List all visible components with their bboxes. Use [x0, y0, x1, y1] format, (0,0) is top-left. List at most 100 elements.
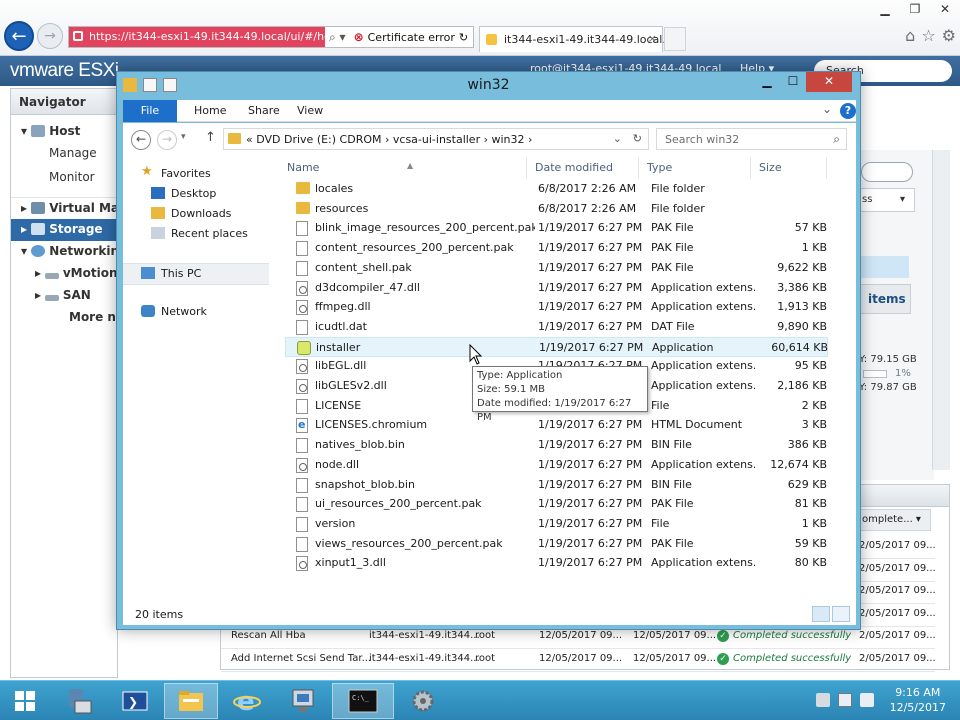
- vsphere-scrollbar[interactable]: [932, 150, 950, 470]
- items-label: items: [868, 292, 906, 306]
- action-center-icon[interactable]: [816, 693, 830, 707]
- taskbar-clock[interactable]: 9:16 AM 12/5/2017: [890, 685, 946, 715]
- ribbon-tabs: File Home Share View ⌄ ?: [123, 100, 856, 122]
- view-dropdown[interactable]: ss ▾: [859, 188, 915, 212]
- maximize-icon[interactable]: ☐: [780, 72, 806, 92]
- nav-item-virtual-machines[interactable]: ▸ Virtual Mach: [11, 197, 135, 219]
- breadcrumb[interactable]: « DVD Drive (E:) CDROM › vcsa-ui-install…: [223, 128, 649, 150]
- help-icon[interactable]: ?: [840, 103, 856, 119]
- file-row[interactable]: resources 6/8/2017 2:26 AM File folder: [285, 199, 828, 219]
- minimize-icon[interactable]: ▁: [754, 72, 780, 92]
- dll-file-icon: [296, 379, 308, 394]
- close-icon[interactable]: ✕: [806, 72, 852, 92]
- browser-tab[interactable]: it344-esxi1-49.it344-49.local... ×: [479, 26, 673, 52]
- selected-row[interactable]: [859, 256, 909, 278]
- items-button[interactable]: items: [859, 284, 911, 314]
- back-button[interactable]: ←: [131, 130, 151, 150]
- nav-item-vmotion[interactable]: ▸ vMotion: [11, 263, 118, 285]
- taskbar-settings-tool[interactable]: [396, 683, 450, 719]
- column-size-header[interactable]: Size: [751, 157, 827, 179]
- file-row[interactable]: content_resources_200_percent.pak 1/19/20…: [285, 238, 828, 258]
- chevron-down-icon[interactable]: ⌄: [613, 132, 622, 145]
- explorer-titlebar[interactable]: win32 ▁ ☐ ✕: [117, 72, 860, 100]
- dll-file-icon: [296, 457, 308, 473]
- file-row[interactable]: icudtl.dat 1/19/2017 6:27 PM DAT File 9,890…: [285, 317, 828, 337]
- task-completed: 2/05/2017 09...: [859, 562, 936, 574]
- expand-ribbon-icon[interactable]: ⌄: [822, 102, 832, 116]
- refresh-icon[interactable]: ↻: [633, 132, 642, 145]
- forward-button[interactable]: →: [157, 130, 177, 150]
- settings-gear-icon[interactable]: ⚙: [942, 26, 956, 45]
- column-completed-header[interactable]: omplete... ▾: [857, 509, 931, 531]
- details-view-icon[interactable]: [812, 606, 830, 622]
- new-tab-button[interactable]: [664, 27, 686, 51]
- storage-icon: [31, 223, 46, 235]
- file-row[interactable]: xinput1_3.dll 1/19/2017 6:27 PM Applicatio…: [285, 553, 828, 573]
- tab-share[interactable]: Share: [248, 100, 280, 122]
- address-search-dropdown[interactable]: ⌕ ▾: [325, 30, 350, 45]
- address-bar[interactable]: https://it344-esxi1-49.it344-49.local/ui…: [68, 26, 474, 48]
- large-icons-view-icon[interactable]: [832, 606, 850, 622]
- taskbar-network-tool[interactable]: [276, 683, 330, 719]
- dll-file-icon: [296, 280, 308, 296]
- task-started: 12/05/2017 09...: [633, 630, 717, 642]
- back-button[interactable]: ←: [4, 21, 34, 51]
- file-icon: [296, 497, 308, 513]
- file-row[interactable]: blink_image_resources_200_percent.pak 1/1…: [285, 218, 828, 238]
- file-date: 1/19/2017 6:27 PM: [538, 477, 643, 491]
- taskbar-powershell[interactable]: ❯: [108, 683, 162, 719]
- volume-icon[interactable]: [860, 693, 874, 707]
- file-row[interactable]: d3dcompiler_47.dll 1/19/2017 6:27 PM Appli…: [285, 278, 828, 298]
- close-icon[interactable]: ✕: [930, 0, 960, 20]
- nav-item-storage[interactable]: ▸ Storage: [11, 219, 117, 241]
- column-name-header[interactable]: Name ▲: [279, 157, 527, 179]
- tab-home[interactable]: Home: [194, 100, 226, 122]
- column-date-header[interactable]: Date modified: [527, 157, 639, 179]
- file-row[interactable]: ui_resources_200_percent.pak 1/19/2017 6:…: [285, 494, 828, 514]
- refresh-icon[interactable]: ↻: [459, 31, 468, 44]
- forward-button[interactable]: →: [37, 23, 63, 49]
- tab-close-icon[interactable]: ×: [648, 32, 657, 45]
- file-row[interactable]: locales 6/8/2017 2:26 AM File folder: [285, 179, 828, 199]
- taskbar-internet-explorer[interactable]: e: [220, 683, 274, 719]
- certificate-error[interactable]: ⊗ Certificate error ↻: [350, 30, 469, 44]
- nav-item-networking[interactable]: ▾ Networking: [11, 241, 128, 263]
- nav-item-monitor[interactable]: Monitor: [11, 167, 117, 189]
- address-url[interactable]: https://it344-esxi1-49.it344-49.local/ui…: [69, 27, 325, 47]
- minimize-icon[interactable]: ▁: [870, 0, 900, 20]
- file-row[interactable]: version 1/19/2017 6:27 PM File 1 KB: [285, 514, 828, 534]
- file-row[interactable]: natives_blob.bin 1/19/2017 6:27 PM BIN Fil…: [285, 435, 828, 455]
- taskbar-command-prompt[interactable]: C:\_: [332, 683, 394, 719]
- task-name: Add Internet Scsi Send Tar...: [231, 653, 372, 664]
- tab-file[interactable]: File: [123, 100, 177, 122]
- filter-input[interactable]: [861, 162, 913, 182]
- file-row[interactable]: installer 1/19/2017 6:27 PM Application 60,…: [285, 336, 828, 357]
- file-row[interactable]: ffmpeg.dll 1/19/2017 6:27 PM Application e…: [285, 297, 828, 317]
- nav-item-san[interactable]: ▸ SAN: [11, 285, 117, 307]
- lock-icon: [73, 31, 83, 41]
- nav-item-host[interactable]: ▾ Host: [11, 121, 117, 143]
- switch-icon: [44, 273, 59, 279]
- file-row[interactable]: content_shell.pak 1/19/2017 6:27 PM PAK Fi…: [285, 258, 828, 278]
- column-type-header[interactable]: Type: [639, 157, 751, 179]
- taskbar-file-explorer[interactable]: [164, 683, 218, 719]
- taskbar-server-manager[interactable]: [52, 683, 106, 719]
- start-button[interactable]: [0, 683, 50, 719]
- file-row[interactable]: views_resources_200_percent.pak 1/19/2017…: [285, 534, 828, 554]
- network-status-icon[interactable]: [838, 693, 852, 707]
- folder-icon: [296, 182, 310, 194]
- certificate-error-label: Certificate error: [367, 30, 455, 44]
- up-button[interactable]: ↑: [205, 130, 216, 145]
- recent-locations-icon[interactable]: ▾: [181, 132, 186, 142]
- nav-item-more-networks[interactable]: More ne: [11, 307, 124, 329]
- nav-item-manage[interactable]: Manage: [11, 143, 117, 165]
- home-icon[interactable]: ⌂: [905, 26, 915, 45]
- file-row[interactable]: snapshot_blob.bin 1/19/2017 6:27 PM BIN Fi…: [285, 475, 828, 495]
- tab-view[interactable]: View: [297, 100, 323, 122]
- task-row[interactable]: Add Internet Scsi Send Tar... it344-esxi1…: [221, 646, 936, 672]
- file-row[interactable]: node.dll 1/19/2017 6:27 PM Application ext…: [285, 455, 828, 475]
- task-completed: 2/05/2017 09...: [859, 607, 936, 619]
- search-input[interactable]: Search win32 ⌕: [656, 128, 847, 150]
- restore-icon[interactable]: ❐: [900, 0, 930, 20]
- favorites-star-icon[interactable]: ☆: [921, 26, 935, 45]
